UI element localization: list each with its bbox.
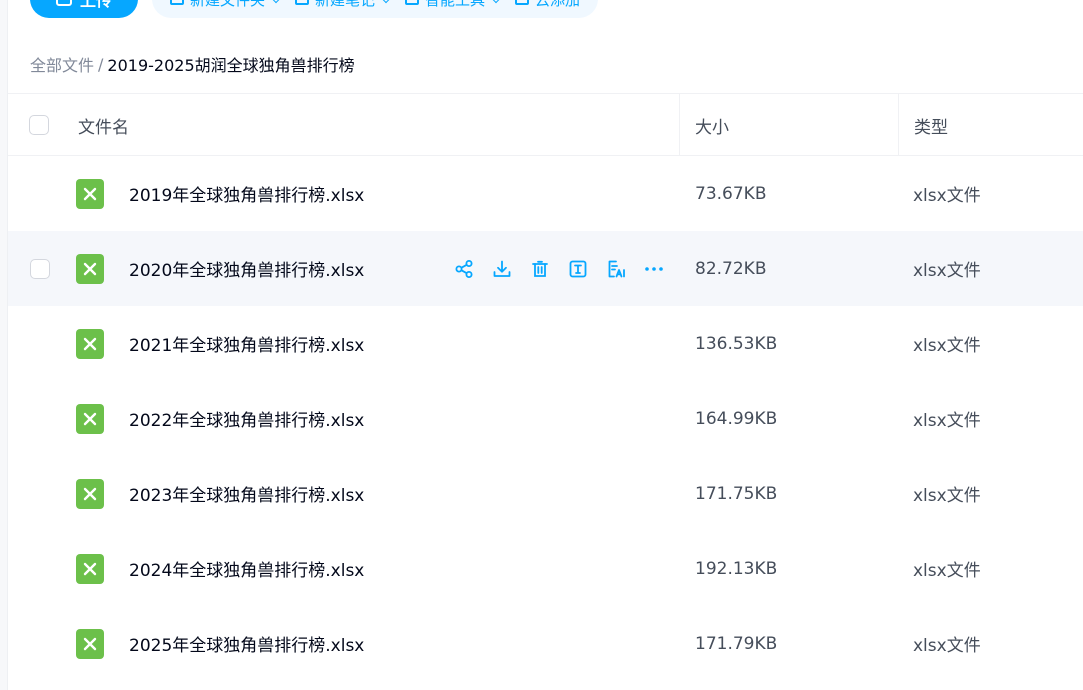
breadcrumb-separator: / xyxy=(98,54,104,74)
header-size-label: 大小 xyxy=(695,117,729,138)
xlsx-file-icon xyxy=(76,404,104,434)
new-folder-label: 新建文件夹 xyxy=(190,0,265,10)
more-icon[interactable] xyxy=(643,258,665,280)
xlsx-file-icon xyxy=(76,179,104,209)
xlsx-file-icon xyxy=(76,254,104,284)
row-checkbox[interactable] xyxy=(30,259,50,279)
xlsx-file-icon xyxy=(76,554,104,584)
header-name[interactable]: 文件名 xyxy=(78,94,129,156)
cloud-icon xyxy=(515,0,530,5)
file-type: xlsx文件 xyxy=(913,636,981,656)
table-row[interactable]: 2019年全球独角兽排行榜.xlsx 73.67KB xlsx文件 xyxy=(8,156,1083,231)
table-row[interactable]: 2022年全球独角兽排行榜.xlsx 164.99KB xlsx文件 xyxy=(8,381,1083,456)
header-type[interactable]: 类型 xyxy=(898,94,1083,156)
row-actions xyxy=(453,231,665,306)
new-note-button[interactable]: 新建笔记 xyxy=(295,0,391,10)
table-row[interactable]: 2025年全球独角兽排行榜.xlsx 171.79KB xlsx文件 xyxy=(8,606,1083,681)
select-all-checkbox[interactable] xyxy=(29,115,49,135)
cloud-add-label: 云添加 xyxy=(535,0,580,10)
table-header: 文件名 大小 类型 xyxy=(8,93,1083,156)
new-note-label: 新建笔记 xyxy=(315,0,375,10)
note-icon xyxy=(295,0,310,5)
file-type: xlsx文件 xyxy=(913,186,981,206)
file-type: xlsx文件 xyxy=(913,261,981,281)
file-name[interactable]: 2023年全球独角兽排行榜.xlsx xyxy=(129,456,364,531)
header-size[interactable]: 大小 xyxy=(679,94,898,156)
file-name[interactable]: 2020年全球独角兽排行榜.xlsx xyxy=(129,231,364,306)
ai-icon xyxy=(405,0,420,5)
file-type: xlsx文件 xyxy=(913,486,981,506)
upload-button[interactable]: 上传 xyxy=(30,0,138,18)
breadcrumb: 全部文件 / 2019-2025胡润全球独角兽排行榜 xyxy=(30,52,355,76)
file-size: 136.53KB xyxy=(695,333,778,354)
file-type: xlsx文件 xyxy=(913,336,981,356)
file-name[interactable]: 2022年全球独角兽排行榜.xlsx xyxy=(129,381,364,456)
xlsx-file-icon xyxy=(76,479,104,509)
cloud-add-button[interactable]: 云添加 xyxy=(515,0,580,10)
smart-tools-label: 智能工具 xyxy=(425,0,485,10)
file-name[interactable]: 2024年全球独角兽排行榜.xlsx xyxy=(129,531,364,606)
new-folder-button[interactable]: 新建文件夹 xyxy=(170,0,281,10)
download-icon[interactable] xyxy=(491,258,513,280)
tool-group: 新建文件夹 新建笔记 智能工具 云添加 xyxy=(152,0,599,18)
breadcrumb-root[interactable]: 全部文件 xyxy=(30,52,94,76)
table-row[interactable]: 2020年全球独角兽排行榜.xlsx 82.72KB xlsx文件 xyxy=(8,231,1083,306)
upload-icon xyxy=(55,0,72,6)
file-type: xlsx文件 xyxy=(913,411,981,431)
table-row[interactable]: 2023年全球独角兽排行榜.xlsx 171.75KB xlsx文件 xyxy=(8,456,1083,531)
sidebar-edge xyxy=(0,0,8,690)
chevron-down-icon xyxy=(271,0,281,4)
file-size: 192.13KB xyxy=(695,558,778,579)
file-table: 文件名 大小 类型 2019年全球独角兽排行榜.xlsx 73.67KB xls… xyxy=(8,93,1083,681)
breadcrumb-current: 2019-2025胡润全球独角兽排行榜 xyxy=(107,56,355,75)
ai-doc-icon[interactable] xyxy=(605,258,627,280)
header-type-label: 类型 xyxy=(914,117,948,138)
xlsx-file-icon xyxy=(76,629,104,659)
file-size: 82.72KB xyxy=(695,258,767,279)
file-name[interactable]: 2025年全球独角兽排行榜.xlsx xyxy=(129,606,364,681)
file-manager-page: 上传 新建文件夹 新建笔记 智能工具 云添加 xyxy=(0,0,1083,690)
file-name[interactable]: 2021年全球独角兽排行榜.xlsx xyxy=(129,306,364,381)
table-row[interactable]: 2021年全球独角兽排行榜.xlsx 136.53KB xlsx文件 xyxy=(8,306,1083,381)
delete-icon[interactable] xyxy=(529,258,551,280)
table-body: 2019年全球独角兽排行榜.xlsx 73.67KB xlsx文件 2020年全… xyxy=(8,156,1083,681)
xlsx-file-icon xyxy=(76,329,104,359)
chevron-down-icon xyxy=(381,0,391,4)
rename-icon[interactable] xyxy=(567,258,589,280)
smart-tools-button[interactable]: 智能工具 xyxy=(405,0,501,10)
file-size: 164.99KB xyxy=(695,408,778,429)
file-size: 171.75KB xyxy=(695,483,778,504)
file-type: xlsx文件 xyxy=(913,561,981,581)
file-name[interactable]: 2019年全球独角兽排行榜.xlsx xyxy=(129,156,364,231)
folder-icon xyxy=(170,0,184,5)
table-row[interactable]: 2024年全球独角兽排行榜.xlsx 192.13KB xlsx文件 xyxy=(8,531,1083,606)
toolbar: 上传 新建文件夹 新建笔记 智能工具 云添加 xyxy=(30,0,599,18)
file-size: 73.67KB xyxy=(695,183,767,204)
share-icon[interactable] xyxy=(453,258,475,280)
chevron-down-icon xyxy=(491,0,501,4)
file-size: 171.79KB xyxy=(695,633,778,654)
upload-label: 上传 xyxy=(79,0,112,10)
